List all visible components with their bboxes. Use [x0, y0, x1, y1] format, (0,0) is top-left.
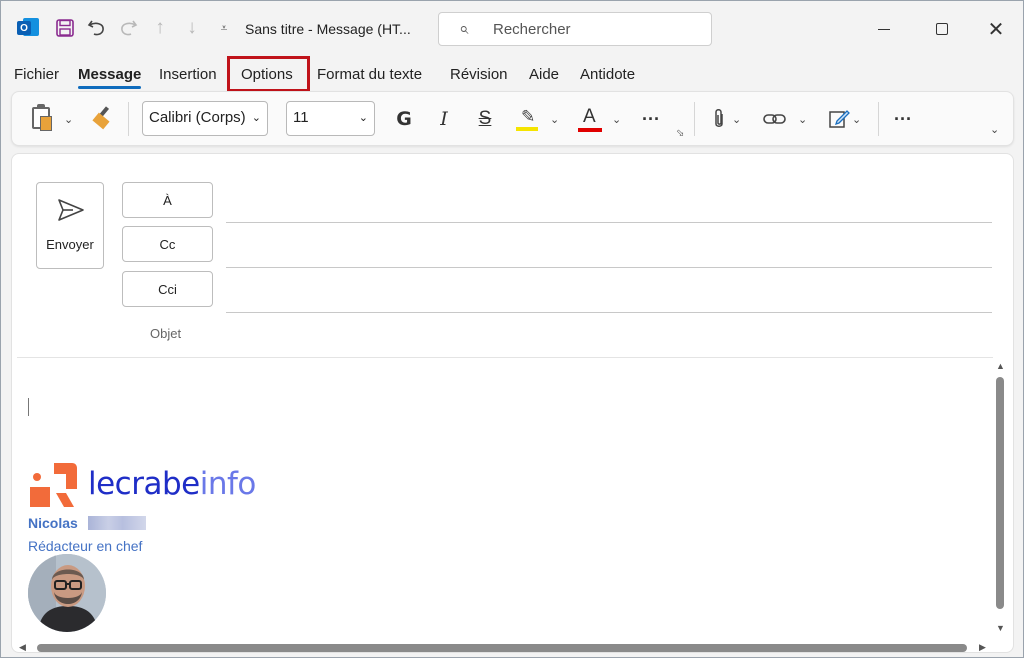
blurred-surname: [88, 516, 146, 530]
font-size-dropdown[interactable]: 11 ⌄: [286, 101, 375, 136]
compose-pane: Envoyer À Cc Cci Objet lecrabeinfo Nicol…: [11, 153, 1014, 653]
more-format-button[interactable]: ···: [638, 106, 664, 132]
strikethrough-button[interactable]: S: [475, 106, 495, 132]
tab-fichier[interactable]: Fichier: [14, 66, 59, 83]
format-painter-icon[interactable]: [92, 106, 116, 130]
font-color-chevron-icon[interactable]: ⌄: [612, 106, 621, 132]
horizontal-scroll-thumb[interactable]: [37, 644, 967, 652]
font-color-swatch: [578, 128, 602, 132]
signature-name: Nicolas: [28, 515, 78, 531]
send-label: Envoyer: [46, 237, 94, 252]
maximize-button[interactable]: [927, 15, 957, 43]
tab-antidote[interactable]: Antidote: [580, 66, 635, 83]
send-icon: [58, 199, 84, 221]
scroll-up-arrow-icon[interactable]: ▲: [996, 361, 1005, 371]
chevron-down-icon: ⌄: [251, 112, 261, 124]
text-cursor: [28, 398, 29, 416]
font-color-button[interactable]: A: [578, 106, 602, 132]
ribbon-separator: [128, 102, 129, 136]
title-bar: O ↑ ↓ ⩡ Sans titre - Message (HT... ⌕ Re…: [1, 1, 1023, 57]
subject-label: Objet: [150, 326, 182, 341]
signature-role: Rédacteur en chef: [28, 538, 143, 554]
chevron-down-icon: ⌄: [358, 112, 368, 124]
bold-button[interactable]: G: [394, 106, 414, 132]
bcc-button[interactable]: Cci: [122, 271, 213, 307]
outlook-icon: O: [15, 15, 41, 41]
font-name-dropdown[interactable]: Calibri (Corps) ⌄: [142, 101, 268, 136]
more-options-button[interactable]: ···: [890, 106, 916, 132]
tab-format-du-texte[interactable]: Format du texte: [317, 66, 422, 83]
to-button[interactable]: À: [122, 182, 213, 218]
signature-chevron-icon[interactable]: ⌄: [852, 106, 861, 132]
avatar: [28, 554, 106, 632]
redo-icon[interactable]: [115, 15, 141, 41]
down-arrow-icon[interactable]: ↓: [179, 15, 205, 41]
search-icon: ⌕: [459, 19, 469, 38]
tab-revision[interactable]: Révision: [450, 66, 508, 83]
attach-chevron-icon[interactable]: ⌄: [732, 106, 741, 132]
highlighter-icon: ✎: [521, 107, 536, 126]
lecrabeinfo-logo-icon: [30, 463, 77, 507]
send-button[interactable]: Envoyer: [36, 182, 104, 269]
up-arrow-icon[interactable]: ↑: [147, 15, 173, 41]
highlight-button[interactable]: ✎: [516, 107, 538, 131]
options-highlight-box: [227, 56, 310, 92]
paste-icon[interactable]: [32, 104, 52, 131]
minimize-button[interactable]: [869, 15, 899, 43]
expand-ribbon-chevron-icon[interactable]: ⌄: [990, 116, 999, 142]
font-name-value: Calibri (Corps): [149, 109, 246, 126]
search-placeholder: Rechercher: [493, 21, 571, 38]
font-color-glyph: A: [583, 106, 596, 127]
save-icon[interactable]: [52, 15, 78, 41]
horizontal-scrollbar[interactable]: ◀ ▶: [17, 640, 993, 656]
tab-insertion[interactable]: Insertion: [159, 66, 217, 83]
close-button[interactable]: ✕: [981, 15, 1011, 43]
ribbon-separator: [694, 102, 695, 136]
ribbon-tabs: Fichier Message Insertion Options Format…: [1, 57, 1023, 93]
scroll-down-arrow-icon[interactable]: ▼: [996, 623, 1005, 633]
vertical-scrollbar[interactable]: ▲ ▼: [993, 359, 1009, 639]
highlight-color-swatch: [516, 127, 538, 131]
tab-message[interactable]: Message: [78, 66, 142, 89]
italic-button[interactable]: I: [434, 106, 454, 132]
ribbon-separator: [878, 102, 879, 136]
cc-field[interactable]: [226, 267, 992, 268]
body-separator: [17, 357, 993, 358]
undo-icon[interactable]: [84, 15, 110, 41]
dialog-launcher-icon[interactable]: ⬂: [676, 128, 684, 139]
signature-icon[interactable]: [827, 106, 851, 132]
scroll-right-arrow-icon[interactable]: ▶: [979, 642, 986, 653]
highlight-chevron-icon[interactable]: ⌄: [550, 106, 559, 132]
link-chevron-icon[interactable]: ⌄: [798, 106, 807, 132]
attach-file-icon[interactable]: [709, 106, 729, 132]
lecrabeinfo-logo-text: lecrabeinfo: [88, 466, 256, 502]
search-box[interactable]: ⌕ Rechercher: [438, 12, 712, 46]
scroll-left-arrow-icon[interactable]: ◀: [19, 642, 26, 653]
to-field[interactable]: [226, 222, 992, 223]
outlook-compose-window: O ↑ ↓ ⩡ Sans titre - Message (HT... ⌕ Re…: [0, 0, 1024, 658]
ribbon-toolbar: ⌄ Calibri (Corps) ⌄ 11 ⌄ G I S ✎ ⌄ A ⌄ ·…: [11, 91, 1014, 146]
customize-quick-access-icon[interactable]: ⩡: [211, 15, 237, 41]
paste-dropdown-chevron-icon[interactable]: ⌄: [64, 106, 73, 132]
vertical-scroll-thumb[interactable]: [996, 377, 1004, 609]
font-size-value: 11: [293, 109, 309, 126]
bcc-field[interactable]: [226, 312, 992, 313]
cc-button[interactable]: Cc: [122, 226, 213, 262]
window-title: Sans titre - Message (HT...: [245, 21, 411, 37]
tab-aide[interactable]: Aide: [529, 66, 559, 83]
link-icon[interactable]: [762, 106, 788, 132]
